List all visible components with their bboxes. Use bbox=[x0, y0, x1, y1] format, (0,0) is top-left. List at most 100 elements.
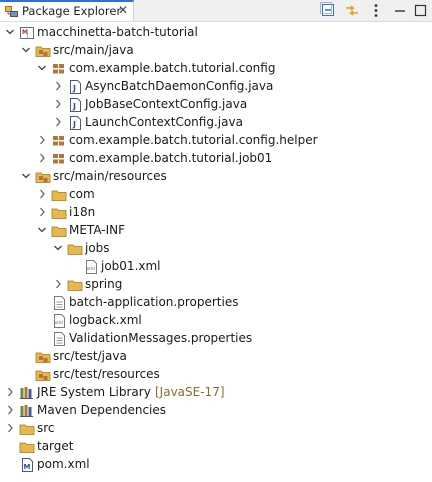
properties-file-icon bbox=[54, 332, 65, 346]
tree-item-label: JobBaseContextConfig.java bbox=[85, 97, 248, 111]
tree-item[interactable]: xml job01.xml bbox=[0, 257, 432, 275]
tab-package-explorer[interactable]: Package Explorer ✕ bbox=[0, 0, 134, 21]
svg-text:J: J bbox=[26, 34, 28, 40]
properties-file-icon bbox=[54, 296, 65, 310]
chevron-right-icon[interactable] bbox=[37, 134, 47, 146]
chevron-right-icon[interactable] bbox=[37, 152, 47, 164]
folder-icon bbox=[51, 208, 67, 219]
svg-text:J: J bbox=[72, 84, 76, 93]
tree-item[interactable]: Maven Dependencies bbox=[0, 401, 432, 419]
chevron-right-icon[interactable] bbox=[53, 80, 63, 92]
link-with-editor-icon[interactable] bbox=[343, 2, 361, 19]
source-folder-icon bbox=[35, 172, 51, 183]
chevron-right-icon[interactable] bbox=[53, 116, 63, 128]
tree-item[interactable]: i18n bbox=[0, 203, 432, 221]
tree-item[interactable]: xml logback.xml bbox=[0, 311, 432, 329]
maven-pom-icon: M bbox=[22, 458, 33, 472]
java-file-icon: J bbox=[70, 116, 81, 130]
chevron-right-icon[interactable] bbox=[5, 422, 15, 434]
java-file-icon: J bbox=[70, 80, 81, 94]
view-menu-icon[interactable] bbox=[367, 2, 385, 19]
chevron-down-icon[interactable] bbox=[5, 26, 15, 38]
tree-item-label: JRE System Library bbox=[37, 385, 151, 399]
tree-item[interactable]: M Jmacchinetta-batch-tutorial bbox=[0, 23, 432, 41]
svg-text:M: M bbox=[24, 463, 31, 471]
chevron-down-icon[interactable] bbox=[21, 44, 31, 56]
source-folder-icon bbox=[35, 46, 51, 57]
tree-item-label: src/main/java bbox=[53, 43, 134, 57]
chevron-right-icon[interactable] bbox=[37, 206, 47, 218]
chevron-down-icon[interactable] bbox=[53, 242, 63, 254]
chevron-right-icon[interactable] bbox=[5, 386, 15, 398]
package-icon bbox=[53, 64, 64, 74]
tree-item[interactable]: src/main/java bbox=[0, 41, 432, 59]
tree-item-label: pom.xml bbox=[37, 457, 90, 471]
tree-item-label: macchinetta-batch-tutorial bbox=[37, 25, 198, 39]
tree-item[interactable]: J AsyncBatchDaemonConfig.java bbox=[0, 77, 432, 95]
tree-item[interactable]: com.example.batch.tutorial.config bbox=[0, 59, 432, 77]
tree-item[interactable]: J LaunchContextConfig.java bbox=[0, 113, 432, 131]
library-icon bbox=[20, 387, 33, 399]
folder-icon bbox=[67, 244, 83, 255]
tree-item[interactable]: src/test/resources bbox=[0, 365, 432, 383]
tree-item-label: spring bbox=[85, 277, 123, 291]
xml-file-icon: xml bbox=[54, 314, 65, 328]
close-icon[interactable]: ✕ bbox=[118, 3, 128, 17]
folder-icon bbox=[19, 424, 35, 435]
minimize-icon[interactable] bbox=[391, 2, 409, 19]
tree-item[interactable]: com bbox=[0, 185, 432, 203]
tree-item[interactable]: spring bbox=[0, 275, 432, 293]
tree-item-label: batch-application.properties bbox=[69, 295, 239, 309]
svg-text:J: J bbox=[72, 120, 76, 129]
chevron-right-icon[interactable] bbox=[53, 278, 63, 290]
svg-text:xml: xml bbox=[87, 266, 95, 272]
tree-item[interactable]: src/test/java bbox=[0, 347, 432, 365]
java-file-icon: J bbox=[70, 98, 81, 112]
folder-icon bbox=[51, 226, 67, 237]
tree-item-label: Maven Dependencies bbox=[37, 403, 167, 417]
chevron-down-icon[interactable] bbox=[37, 224, 47, 236]
tree-item[interactable]: JRE System Library [JavaSE-17] bbox=[0, 383, 432, 401]
tree-item-label: i18n bbox=[69, 205, 96, 219]
package-explorer-icon bbox=[5, 6, 18, 17]
tree-item[interactable]: com.example.batch.tutorial.job01 bbox=[0, 149, 432, 167]
tree-item[interactable]: ValidationMessages.properties bbox=[0, 329, 432, 347]
folder-icon bbox=[67, 280, 83, 291]
tree-item-label: src/test/resources bbox=[53, 367, 160, 381]
chevron-right-icon[interactable] bbox=[53, 98, 63, 110]
tree-item-label: src/main/resources bbox=[53, 169, 167, 183]
xml-file-icon: xml bbox=[86, 260, 97, 274]
maven-project-icon: MJ bbox=[20, 27, 34, 40]
svg-text:xml: xml bbox=[55, 320, 63, 326]
tree-item[interactable]: src/main/resources bbox=[0, 167, 432, 185]
tab-label: Package Explorer bbox=[22, 4, 122, 18]
tree-item[interactable]: META-INF bbox=[0, 221, 432, 239]
chevron-right-icon[interactable] bbox=[37, 188, 47, 200]
tree-item[interactable]: Mpom.xml bbox=[0, 455, 432, 473]
source-folder-icon bbox=[35, 370, 51, 381]
source-folder-icon bbox=[35, 352, 51, 363]
tree-item-label: ValidationMessages.properties bbox=[69, 331, 253, 345]
view-tab-bar: Package Explorer ✕ bbox=[0, 0, 432, 22]
svg-text:J: J bbox=[72, 102, 76, 111]
tree-item[interactable]: jobs bbox=[0, 239, 432, 257]
tree-item[interactable]: J JobBaseContextConfig.java bbox=[0, 95, 432, 113]
tree-item-label: job01.xml bbox=[101, 259, 161, 273]
tree-item-decoration: [JavaSE-17] bbox=[155, 385, 225, 399]
tree-item[interactable]: src bbox=[0, 419, 432, 437]
package-icon bbox=[53, 136, 64, 146]
tree-item-label: com bbox=[69, 187, 95, 201]
collapse-all-icon[interactable] bbox=[319, 2, 337, 19]
tree-item[interactable]: batch-application.properties bbox=[0, 293, 432, 311]
chevron-right-icon[interactable] bbox=[5, 404, 15, 416]
tree-item[interactable]: target bbox=[0, 437, 432, 455]
chevron-down-icon[interactable] bbox=[21, 170, 31, 182]
tree-item-label: target bbox=[37, 439, 74, 453]
chevron-down-icon[interactable] bbox=[37, 62, 47, 74]
tree-item-label: LaunchContextConfig.java bbox=[85, 115, 243, 129]
tree-item-label: com.example.batch.tutorial.config bbox=[69, 61, 276, 75]
maximize-icon[interactable] bbox=[412, 2, 430, 19]
tree-item[interactable]: com.example.batch.tutorial.config.helper bbox=[0, 131, 432, 149]
folder-icon bbox=[19, 442, 35, 453]
tree-item-label: jobs bbox=[85, 241, 110, 255]
